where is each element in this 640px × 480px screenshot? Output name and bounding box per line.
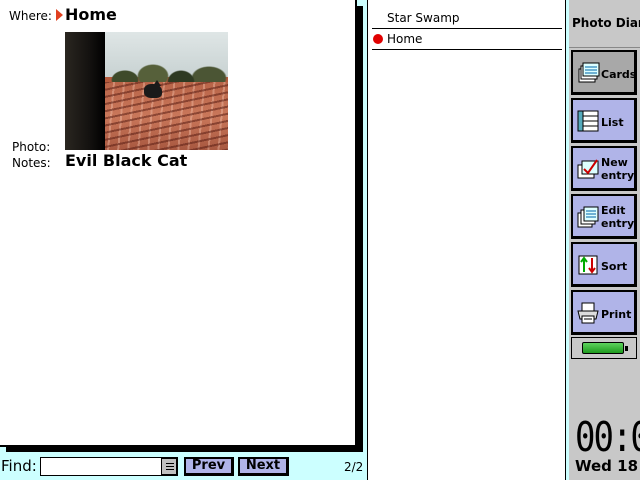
edit-entry-button[interactable]: Edit entry — [571, 194, 637, 239]
clock-date: Wed 18 — [575, 457, 639, 475]
page-count: 2/2 — [344, 460, 364, 474]
card-shadow — [6, 447, 363, 452]
prev-button[interactable]: Prev — [184, 457, 234, 476]
list-item-label: Star Swamp — [387, 11, 460, 25]
edit-entry-label: Edit entry — [601, 204, 635, 230]
list-button[interactable]: List — [571, 98, 637, 143]
battery-indicator[interactable] — [571, 337, 637, 359]
list-item[interactable]: Star Swamp — [372, 8, 562, 29]
battery-tip — [625, 346, 628, 351]
find-label: Find: — [1, 457, 37, 475]
cards-icon — [578, 62, 600, 83]
find-bar: Find: Prev Next 2/2 — [0, 455, 365, 480]
photo-label: Photo: — [12, 140, 51, 154]
list-item[interactable]: Home — [372, 29, 562, 50]
selected-dot-icon — [373, 34, 383, 44]
find-input[interactable] — [40, 457, 178, 476]
battery-icon — [582, 342, 624, 354]
menu-lines-icon — [166, 463, 174, 471]
where-value[interactable]: Home — [65, 5, 117, 24]
toolbar: Photo Diar Cards List New entry Edit ent… — [569, 0, 640, 480]
printer-icon — [577, 302, 599, 324]
photo-image[interactable] — [65, 32, 228, 150]
find-options-button[interactable] — [161, 458, 177, 475]
card-shadow — [357, 6, 363, 452]
notes-value[interactable]: Evil Black Cat — [65, 151, 187, 170]
app-title-box[interactable]: Photo Diar — [569, 0, 640, 48]
new-entry-icon — [577, 159, 599, 179]
edit-entry-icon — [577, 206, 599, 228]
new-entry-label: New entry — [601, 156, 635, 182]
card-area: Where: Home Photo: Notes: Evil Black Cat — [0, 0, 365, 454]
sort-label: Sort — [601, 260, 628, 273]
entry-list: Star Swamp Home — [367, 0, 566, 480]
sort-icon — [578, 255, 598, 275]
notes-label: Notes: — [12, 156, 51, 170]
new-entry-button[interactable]: New entry — [571, 146, 637, 191]
cards-button[interactable]: Cards — [571, 50, 637, 95]
cards-label: Cards — [601, 68, 637, 81]
next-button[interactable]: Next — [238, 457, 289, 476]
app-title: Photo Diar — [572, 16, 640, 30]
print-button[interactable]: Print — [571, 290, 637, 335]
list-label: List — [601, 116, 624, 129]
entry-card: Where: Home Photo: Notes: Evil Black Cat — [0, 0, 357, 447]
sort-button[interactable]: Sort — [571, 242, 637, 287]
where-marker-icon — [56, 9, 63, 21]
print-label: Print — [601, 308, 632, 321]
list-item-label: Home — [387, 32, 423, 46]
where-label: Where: — [9, 9, 52, 23]
clock-time: 00:00 — [575, 414, 640, 462]
clock[interactable]: 00:00 Wed 18 — [569, 362, 640, 480]
list-icon — [577, 110, 599, 132]
